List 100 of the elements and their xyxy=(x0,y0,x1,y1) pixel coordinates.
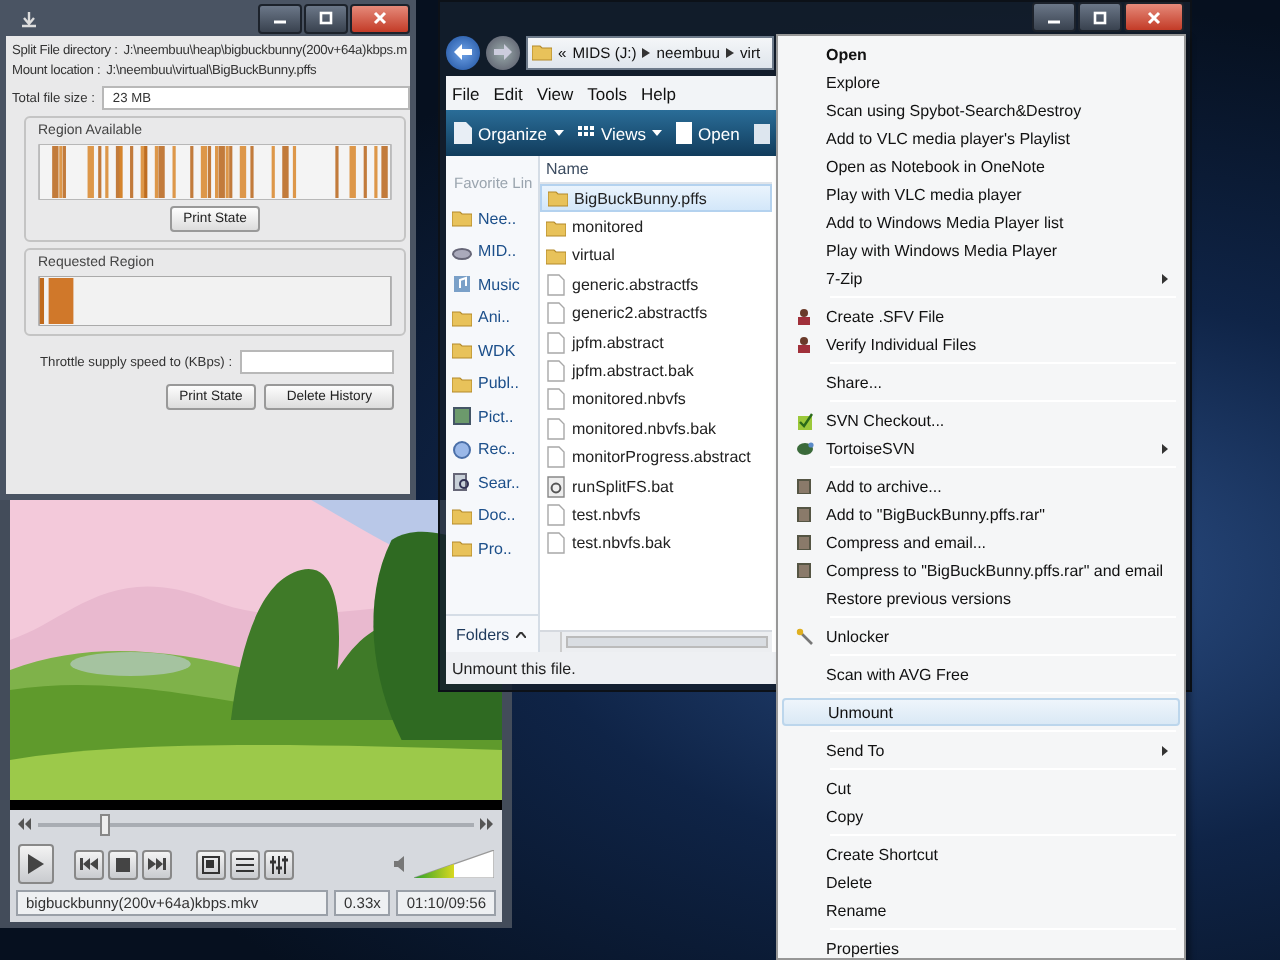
document-icon xyxy=(676,122,693,144)
nav-link[interactable]: Ani.. xyxy=(446,301,538,334)
nav-link[interactable]: Publ.. xyxy=(446,367,538,400)
toolbar-button[interactable]: Organize xyxy=(454,122,563,144)
fullscreen-icon xyxy=(202,855,220,873)
menu-item[interactable]: File xyxy=(452,83,480,103)
menu-item[interactable]: View xyxy=(536,83,574,103)
playlist-button[interactable] xyxy=(230,849,260,879)
nav-link[interactable]: Music xyxy=(446,268,538,301)
file-row[interactable]: monitored.nbvfs.bak xyxy=(540,414,772,444)
document-icon xyxy=(546,302,566,325)
menu-item[interactable]: Open xyxy=(782,40,1180,68)
menu-item[interactable]: Send To xyxy=(782,736,1180,764)
maximize-button[interactable] xyxy=(1078,2,1122,32)
submenu-arrow-icon xyxy=(1162,745,1168,755)
file-row[interactable]: virtual xyxy=(540,241,772,271)
volume-slider[interactable] xyxy=(414,850,494,878)
speaker-icon[interactable] xyxy=(394,856,410,872)
file-row[interactable]: generic.abstractfs xyxy=(540,270,772,300)
slider-thumb[interactable] xyxy=(99,813,110,835)
document-icon xyxy=(546,273,566,296)
file-row[interactable]: test.nbvfs xyxy=(540,500,772,530)
file-row[interactable]: test.nbvfs.bak xyxy=(540,529,772,559)
nav-link[interactable]: WDK xyxy=(446,334,538,367)
menu-item[interactable]: 7-Zip xyxy=(782,264,1180,292)
file-row[interactable]: jpfm.abstract xyxy=(540,327,772,357)
menu-item[interactable]: Add to Windows Media Player list xyxy=(782,208,1180,236)
play-button[interactable] xyxy=(18,844,54,884)
menu-item[interactable]: Open as Notebook in OneNote xyxy=(782,152,1180,180)
nav-link[interactable]: Nee.. xyxy=(446,202,538,235)
nav-link[interactable]: Pict.. xyxy=(446,400,538,433)
menu-item[interactable]: SVN Checkout... xyxy=(782,406,1180,434)
toolbar-button[interactable]: Open xyxy=(676,122,740,144)
folder-icon xyxy=(452,538,472,559)
menu-item[interactable]: Explore xyxy=(782,68,1180,96)
file-row[interactable]: monitored xyxy=(540,212,772,242)
menu-item[interactable]: Cut xyxy=(782,774,1180,802)
menu-item[interactable]: Scan using Spybot-Search&Destroy xyxy=(782,96,1180,124)
menu-item[interactable]: Copy xyxy=(782,802,1180,830)
file-row[interactable]: monitored.nbvfs xyxy=(540,385,772,415)
maximize-icon xyxy=(1092,9,1108,25)
scrollbar[interactable] xyxy=(540,630,772,652)
caret-icon xyxy=(652,130,663,136)
menu-item[interactable]: Play with VLC media player xyxy=(782,180,1180,208)
speed-field[interactable] xyxy=(240,350,394,374)
menu-item[interactable]: Tools xyxy=(587,83,627,103)
menu-item[interactable]: Add to "BigBuckBunny.pffs.rar" xyxy=(782,500,1180,528)
menu-item[interactable]: Rename xyxy=(782,896,1180,924)
menu-item[interactable]: Help xyxy=(640,83,676,103)
folder-icon xyxy=(548,188,568,209)
nav-link[interactable]: Sear.. xyxy=(446,466,538,499)
wand-icon xyxy=(795,627,813,645)
file-row[interactable]: generic2.abstractfs xyxy=(540,299,772,328)
nav-link[interactable]: Pro.. xyxy=(446,532,538,565)
file-row[interactable]: jpfm.abstract.bak xyxy=(540,356,772,386)
menu-item[interactable]: Verify Individual Files xyxy=(782,330,1180,358)
maximize-button[interactable] xyxy=(304,3,348,33)
menu-item[interactable]: Properties xyxy=(782,934,1180,960)
menu-item[interactable]: Scan with AVG Free xyxy=(782,660,1180,688)
music-icon xyxy=(452,274,472,295)
forward-button[interactable] xyxy=(486,35,520,69)
menu-item[interactable]: Add to archive... xyxy=(782,472,1180,500)
menu-item[interactable]: Create Shortcut xyxy=(782,840,1180,868)
menu-item[interactable]: Unlocker xyxy=(782,622,1180,650)
close-button[interactable] xyxy=(350,3,410,33)
menu-item[interactable]: Add to VLC media player's Playlist xyxy=(782,124,1180,152)
minimize-button[interactable] xyxy=(258,3,302,33)
menu-item[interactable]: Delete xyxy=(782,868,1180,896)
document-icon[interactable] xyxy=(753,123,770,143)
app-icon xyxy=(18,7,40,29)
nav-link[interactable]: Doc.. xyxy=(446,499,538,532)
back-icon xyxy=(454,44,472,60)
toolbar-button[interactable]: Views xyxy=(577,123,663,143)
close-button[interactable] xyxy=(1124,2,1184,32)
menu-item[interactable]: Share... xyxy=(782,368,1180,396)
menu-item[interactable]: Restore previous versions xyxy=(782,584,1180,612)
file-row[interactable]: monitorProgress.abstract xyxy=(540,443,772,472)
menu-item[interactable]: Edit xyxy=(493,83,523,103)
nav-link[interactable]: MID.. xyxy=(446,235,538,268)
menu-item[interactable]: Play with Windows Media Player xyxy=(782,236,1180,264)
file-row[interactable]: BigBuckBunny.pffs xyxy=(540,184,772,213)
minimize-button[interactable] xyxy=(1032,2,1076,32)
menu-item[interactable]: TortoiseSVN xyxy=(782,434,1180,462)
next-button[interactable] xyxy=(142,849,172,879)
pictures-icon xyxy=(452,406,472,427)
list-icon xyxy=(236,855,254,873)
back-button[interactable] xyxy=(446,35,480,69)
file-row[interactable]: runSplitFS.bat xyxy=(540,471,772,501)
rewind-icon[interactable] xyxy=(18,818,32,830)
menu-item[interactable]: Create .SFV File xyxy=(782,302,1180,330)
previous-button[interactable] xyxy=(74,849,104,879)
nav-link[interactable]: Rec.. xyxy=(446,433,538,466)
fullscreen-button[interactable] xyxy=(196,849,226,879)
menu-item[interactable]: Unmount xyxy=(782,698,1180,726)
equalizer-button[interactable] xyxy=(264,849,294,879)
fast-forward-icon[interactable] xyxy=(480,818,494,830)
stop-button[interactable] xyxy=(108,849,138,879)
menu-item[interactable]: Compress and email... xyxy=(782,528,1180,556)
menu-item[interactable]: Compress to "BigBuckBunny.pffs.rar" and email xyxy=(782,556,1180,584)
maximize-icon xyxy=(318,10,334,26)
